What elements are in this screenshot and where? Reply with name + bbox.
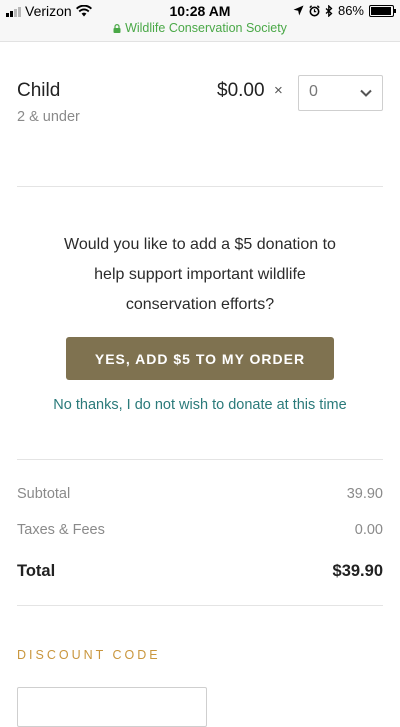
add-donation-button[interactable]: YES, ADD $5 TO MY ORDER	[66, 337, 334, 380]
status-right: 86%	[293, 3, 396, 18]
total-value: $39.90	[332, 562, 383, 580]
divider	[17, 186, 383, 187]
subtotal-row: Subtotal 39.90	[17, 486, 383, 502]
location-arrow-icon	[293, 5, 304, 16]
taxes-value: 0.00	[354, 522, 383, 538]
donation-prompt: Would you like to add a $5 donation to h…	[30, 230, 370, 320]
multiply-sign: ×	[274, 82, 283, 99]
alarm-clock-icon	[309, 4, 320, 16]
bluetooth-icon	[325, 4, 333, 17]
status-bar: Verizon 10:28 AM 86% Wildlife Conservati…	[0, 0, 400, 42]
lock-icon	[113, 24, 121, 33]
quantity-select[interactable]: 0	[298, 75, 383, 111]
total-label: Total	[17, 562, 56, 580]
discount-code-label: DISCOUNT CODE	[17, 648, 161, 662]
ticket-row-child: Child 2 & under $0.00 × 0	[17, 75, 383, 138]
decline-donation-link[interactable]: No thanks, I do not wish to donate at th…	[0, 397, 400, 413]
site-url[interactable]: Wildlife Conservation Society	[0, 21, 400, 35]
discount-code-input[interactable]	[17, 687, 207, 727]
subtotal-value: 39.90	[346, 486, 383, 502]
taxes-row: Taxes & Fees 0.00	[17, 522, 383, 538]
ticket-age-range: 2 & under	[17, 109, 80, 125]
chevron-down-icon	[360, 89, 372, 97]
ticket-name: Child	[17, 80, 61, 101]
taxes-label: Taxes & Fees	[17, 522, 105, 538]
donation-prompt-line: conservation efforts?	[125, 296, 275, 313]
site-name: Wildlife Conservation Society	[125, 21, 287, 35]
subtotal-label: Subtotal	[17, 486, 71, 502]
total-row: Total $39.90	[17, 562, 383, 581]
ticket-price: $0.00	[217, 80, 265, 101]
divider	[17, 605, 383, 606]
donation-prompt-line: Would you like to add a $5 donation to	[64, 236, 336, 253]
battery-percent: 86%	[337, 3, 364, 18]
battery-icon	[369, 4, 396, 17]
divider	[17, 459, 383, 460]
quantity-value: 0	[309, 83, 318, 100]
donation-prompt-line: help support important wildlife	[94, 266, 306, 283]
